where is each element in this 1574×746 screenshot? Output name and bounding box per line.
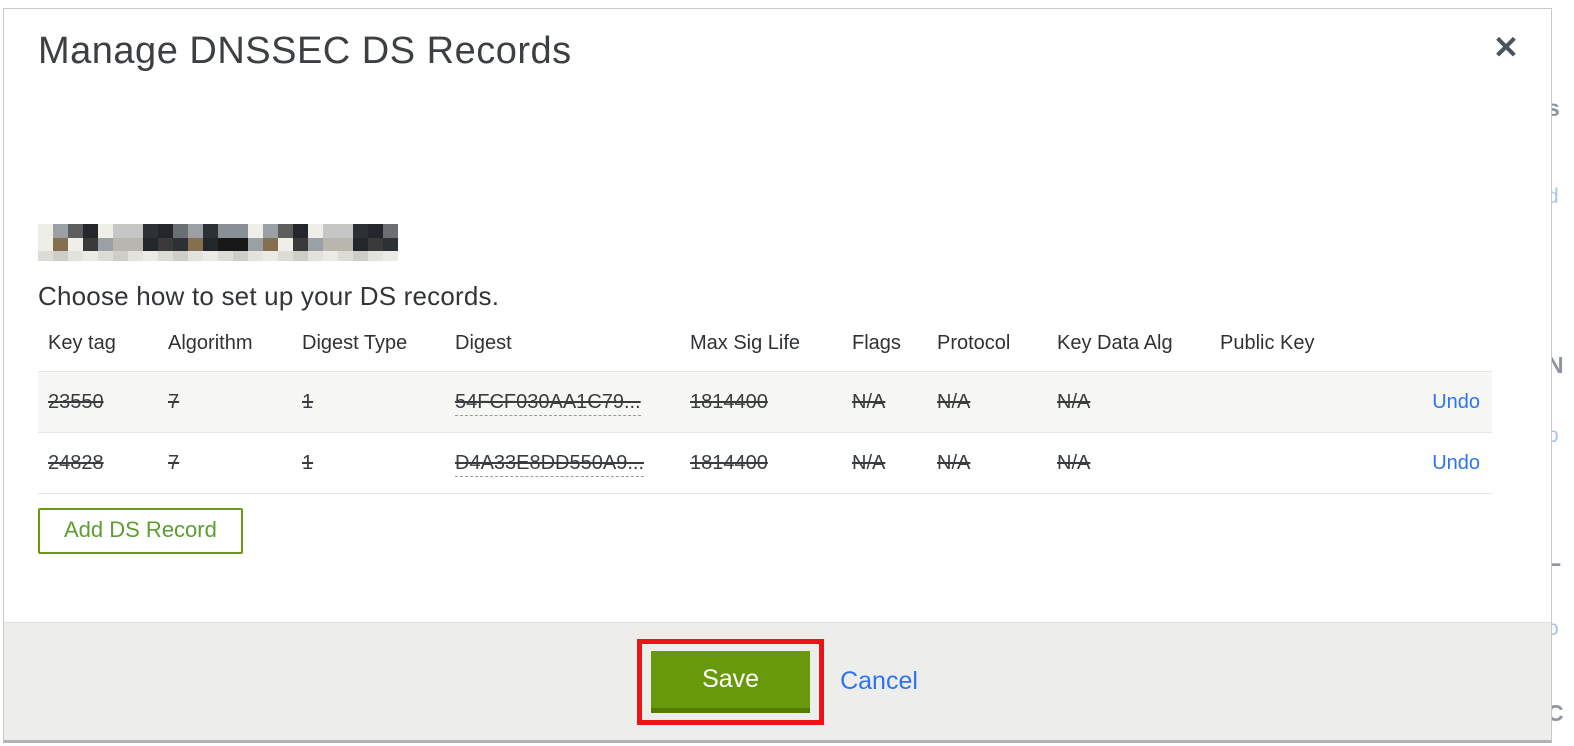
cell-max-sig-life: 1814400 [690, 371, 852, 433]
col-header-public-key: Public Key [1220, 332, 1315, 354]
cell-key-tag: 24828 [38, 432, 168, 494]
add-ds-record-button[interactable]: Add DS Record [38, 508, 243, 554]
cell-digest-type: 1 [302, 371, 455, 433]
cell-digest-type: 1 [302, 432, 455, 494]
cell-protocol: N/A [937, 432, 1057, 494]
undo-link[interactable]: Undo [1432, 391, 1480, 413]
cell-digest: 54FCF030AA1C79... [455, 371, 690, 433]
cell-public-key [1220, 432, 1350, 494]
col-header-protocol: Protocol [937, 332, 1011, 354]
col-header-key-data-alg: Key Data Alg [1057, 332, 1173, 354]
cell-public-key [1220, 371, 1350, 433]
cell-max-sig-life: 1814400 [690, 432, 852, 494]
col-header-key-tag: Key tag [48, 332, 116, 354]
col-header-digest: Digest [455, 332, 512, 354]
table-header-row: Key tag Algorithm Digest Type Digest Max… [38, 326, 1492, 372]
cell-digest: D4A33E8DD550A9... [455, 432, 690, 494]
col-header-flags: Flags [852, 332, 901, 354]
close-icon[interactable]: ✕ [1489, 31, 1523, 65]
save-annotation-box: Save [637, 638, 825, 725]
cell-action: Undo [1350, 432, 1492, 494]
col-header-actions [1350, 326, 1492, 372]
save-button[interactable]: Save [651, 650, 811, 713]
cancel-link[interactable]: Cancel [840, 667, 918, 696]
manage-dnssec-modal: ✕ Manage DNSSEC DS Records Choose how to… [3, 8, 1552, 743]
col-header-max-sig-life: Max Sig Life [690, 332, 801, 354]
cell-key-data-alg: N/A [1057, 432, 1220, 494]
ds-records-table: Key tag Algorithm Digest Type Digest Max… [38, 326, 1492, 494]
undo-link[interactable]: Undo [1432, 452, 1480, 474]
modal-body: ✕ Manage DNSSEC DS Records Choose how to… [4, 9, 1551, 740]
cell-key-data-alg: N/A [1057, 371, 1220, 433]
cell-protocol: N/A [937, 371, 1057, 433]
cell-key-tag: 23550 [38, 371, 168, 433]
redacted-domain-name [38, 224, 398, 261]
cell-algorithm: 7 [168, 432, 302, 494]
instruction-text: Choose how to set up your DS records. [38, 281, 500, 311]
modal-footer: Save Cancel [4, 622, 1551, 740]
page: sdNoLoC ✕ Manage DNSSEC DS Records Choos… [0, 0, 1574, 746]
page-title: Manage DNSSEC DS Records [38, 30, 572, 72]
cell-flags: N/A [852, 432, 937, 494]
table-row: 24828 7 1 D4A33E8DD550A9... 1814400 N/A … [38, 432, 1492, 494]
table-row: 23550 7 1 54FCF030AA1C79... 1814400 N/A … [38, 371, 1492, 433]
col-header-digest-type: Digest Type [302, 332, 408, 354]
col-header-algorithm: Algorithm [168, 332, 253, 354]
cell-flags: N/A [852, 371, 937, 433]
cell-algorithm: 7 [168, 371, 302, 433]
cell-action: Undo [1350, 371, 1492, 433]
